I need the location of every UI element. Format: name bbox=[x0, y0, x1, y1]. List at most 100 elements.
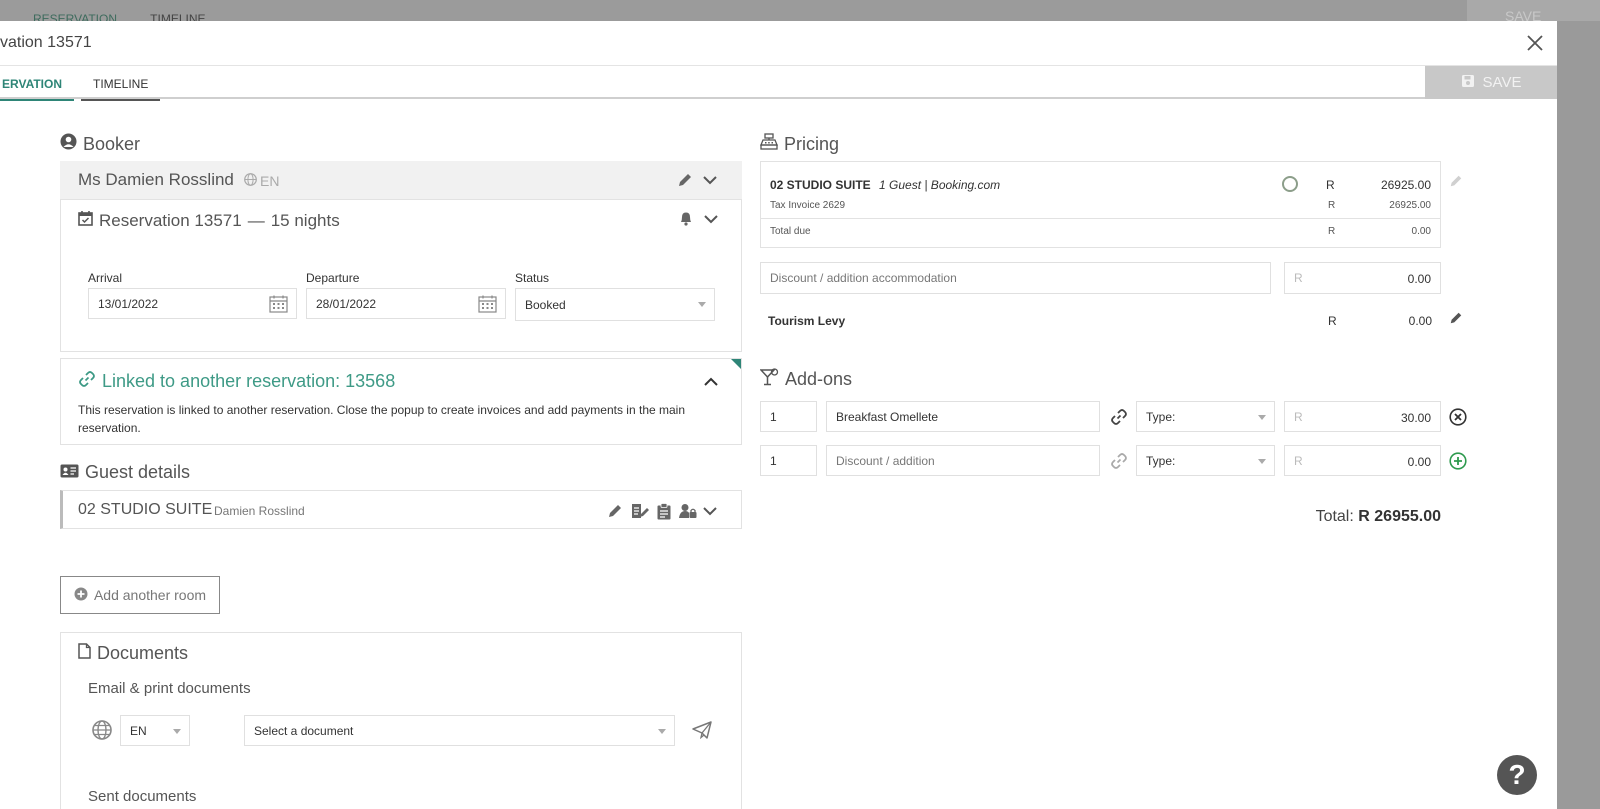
guest-details-heading: Guest details bbox=[60, 462, 190, 483]
addon-name-input[interactable]: Breakfast Omellete bbox=[826, 401, 1100, 432]
tourism-levy-label: Tourism Levy bbox=[768, 314, 846, 328]
tax-invoice-currency: R bbox=[1328, 200, 1336, 211]
chevron-down-icon[interactable] bbox=[702, 210, 720, 228]
addon-amount-input[interactable]: R 0.00 bbox=[1284, 445, 1441, 476]
link-icon[interactable] bbox=[1108, 450, 1130, 472]
pencil-icon[interactable] bbox=[1448, 310, 1464, 326]
select-document-placeholder: Select a document bbox=[254, 723, 354, 738]
addon-qty-value: 1 bbox=[770, 409, 777, 424]
overlay-right-strip bbox=[1557, 21, 1600, 809]
guest-name: Damien Rosslind bbox=[214, 504, 305, 518]
booker-row[interactable]: Ms Damien Rosslind EN bbox=[60, 161, 742, 199]
arrival-date-input[interactable]: 13/01/2022 bbox=[88, 288, 297, 319]
question-icon: ? bbox=[1508, 759, 1526, 790]
document-language-select[interactable]: EN bbox=[120, 715, 190, 746]
user-lock-icon[interactable] bbox=[679, 502, 697, 520]
linked-reservation-box: Linked to another reservation: 13568 Thi… bbox=[60, 358, 742, 445]
add-another-room-button[interactable]: Add another room bbox=[60, 576, 220, 614]
addon-currency: R bbox=[1294, 453, 1303, 468]
departure-date-input[interactable]: 28/01/2022 bbox=[306, 288, 506, 319]
status-value: Booked bbox=[525, 297, 566, 312]
pricing-heading: Pricing bbox=[760, 133, 839, 155]
addon-qty-value: 1 bbox=[770, 453, 777, 468]
remove-circle-icon[interactable] bbox=[1448, 407, 1468, 427]
discount-accommodation-placeholder: Discount / addition accommodation bbox=[770, 271, 957, 285]
guest-room-row[interactable]: 02 STUDIO SUITE Damien Rosslind bbox=[60, 490, 742, 529]
reservation-modal: vation 13571 ERVATION TIMELINE SAVE Book… bbox=[0, 21, 1557, 809]
save-button[interactable]: SAVE bbox=[1425, 66, 1557, 99]
addons-heading: Add-ons bbox=[759, 368, 853, 391]
tourism-levy-amount: 0.00 bbox=[1408, 314, 1432, 328]
dropdown-caret-icon bbox=[1258, 459, 1266, 464]
discount-currency: R bbox=[1294, 271, 1303, 285]
email-print-label: Email & print documents bbox=[88, 680, 251, 697]
discount-accommodation-amount[interactable]: R 0.00 bbox=[1284, 262, 1441, 294]
chevron-up-icon[interactable] bbox=[702, 373, 720, 391]
addons-heading-text: Add-ons bbox=[785, 369, 853, 389]
dropdown-caret-icon bbox=[173, 729, 181, 734]
arrival-label: Arrival bbox=[88, 271, 123, 285]
reservation-nights: 15 nights bbox=[270, 210, 340, 230]
guest-room-name: 02 STUDIO SUITE bbox=[78, 501, 213, 518]
addon-type-value: Type: bbox=[1146, 409, 1176, 424]
discount-accommodation-input[interactable]: Discount / addition accommodation bbox=[760, 262, 1271, 294]
edit-document-icon[interactable] bbox=[630, 502, 650, 520]
pencil-icon[interactable] bbox=[676, 171, 694, 189]
dropdown-caret-icon bbox=[698, 302, 706, 307]
pricing-heading-text: Pricing bbox=[784, 133, 840, 154]
pricing-room: 02 STUDIO SUITE bbox=[770, 178, 871, 192]
tab-reservation[interactable]: ERVATION bbox=[0, 77, 75, 101]
departure-date-value: 28/01/2022 bbox=[316, 296, 377, 311]
chevron-down-icon[interactable] bbox=[701, 171, 719, 189]
background-save-button: SAVE bbox=[1467, 0, 1600, 24]
pencil-icon bbox=[1448, 173, 1464, 189]
addon-amount-value: 0.00 bbox=[1407, 455, 1431, 469]
select-document-dropdown[interactable]: Select a document bbox=[244, 715, 675, 746]
clipboard-icon[interactable] bbox=[656, 502, 672, 520]
save-icon bbox=[1461, 74, 1475, 92]
reservation-title: Reservation 13571 bbox=[99, 210, 242, 230]
addon-qty-input[interactable]: 1 bbox=[760, 401, 817, 432]
pencil-icon[interactable] bbox=[606, 502, 624, 520]
pricing-table: 02 STUDIO SUITE 1 Guest | Booking.com R … bbox=[760, 161, 1441, 248]
pricing-room-details: 1 Guest | Booking.com bbox=[879, 178, 1001, 192]
add-circle-icon[interactable] bbox=[1448, 451, 1468, 471]
bell-icon[interactable] bbox=[678, 210, 694, 226]
documents-box: Documents Email & print documents EN Sel… bbox=[60, 632, 742, 809]
addon-name-placeholder: Discount / addition bbox=[836, 453, 935, 468]
calendar-check-icon bbox=[78, 210, 93, 231]
help-button[interactable]: ? bbox=[1497, 755, 1537, 795]
user-circle-icon bbox=[60, 133, 77, 155]
addon-type-select[interactable]: Type: bbox=[1136, 445, 1275, 476]
close-icon[interactable] bbox=[1525, 33, 1545, 53]
dropdown-caret-icon bbox=[1258, 415, 1266, 420]
addons-total: Total: R 26955.00 bbox=[1160, 508, 1441, 526]
globe-icon bbox=[244, 173, 257, 189]
globe-icon bbox=[91, 719, 113, 741]
total-due-currency: R bbox=[1328, 226, 1336, 237]
addon-type-value: Type: bbox=[1146, 453, 1176, 468]
plus-circle-icon bbox=[74, 587, 88, 604]
sent-documents-label: Sent documents bbox=[88, 788, 197, 805]
status-select[interactable]: Booked bbox=[515, 288, 715, 321]
send-icon[interactable] bbox=[691, 719, 713, 741]
reservation-box: Reservation 13571 — 15 nights Arrival 13… bbox=[60, 199, 742, 352]
pricing-currency: R bbox=[1326, 178, 1335, 192]
dropdown-caret-icon bbox=[658, 729, 666, 734]
calendar-icon[interactable] bbox=[478, 295, 497, 316]
documents-heading: Documents bbox=[78, 643, 188, 664]
addon-amount-input[interactable]: R 30.00 bbox=[1284, 401, 1441, 432]
booker-language: EN bbox=[244, 173, 279, 189]
addon-type-select[interactable]: Type: bbox=[1136, 401, 1275, 432]
calendar-icon[interactable] bbox=[269, 295, 288, 316]
addon-name-input[interactable]: Discount / addition bbox=[826, 445, 1100, 476]
file-icon bbox=[78, 643, 91, 664]
addon-qty-input[interactable]: 1 bbox=[760, 445, 817, 476]
chevron-down-icon[interactable] bbox=[701, 502, 719, 520]
status-circle-icon[interactable] bbox=[1282, 176, 1298, 192]
modal-title: vation 13571 bbox=[0, 34, 92, 51]
total-due-amount: 0.00 bbox=[1411, 226, 1431, 237]
link-icon[interactable] bbox=[1108, 406, 1130, 428]
booker-heading-text: Booker bbox=[83, 133, 141, 154]
tab-timeline[interactable]: TIMELINE bbox=[81, 77, 161, 101]
